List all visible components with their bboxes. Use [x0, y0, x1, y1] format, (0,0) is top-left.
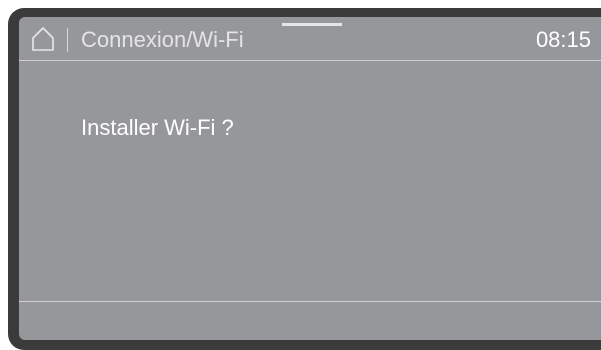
clock-time: 08:15	[535, 27, 591, 52]
page-title: Connexion/Wi-Fi	[81, 27, 244, 52]
header-divider	[67, 28, 68, 52]
prompt-question: Installer Wi-Fi ?	[81, 115, 234, 140]
header-bar: Connexion/Wi-Fi 08:15	[19, 17, 601, 61]
header-separator	[19, 60, 601, 61]
footer-separator	[19, 301, 601, 302]
display-screen: Connexion/Wi-Fi 08:15 Installer Wi-Fi ?	[19, 17, 601, 340]
device-frame: Connexion/Wi-Fi 08:15 Installer Wi-Fi ?	[0, 0, 601, 350]
home-icon[interactable]	[31, 26, 55, 52]
